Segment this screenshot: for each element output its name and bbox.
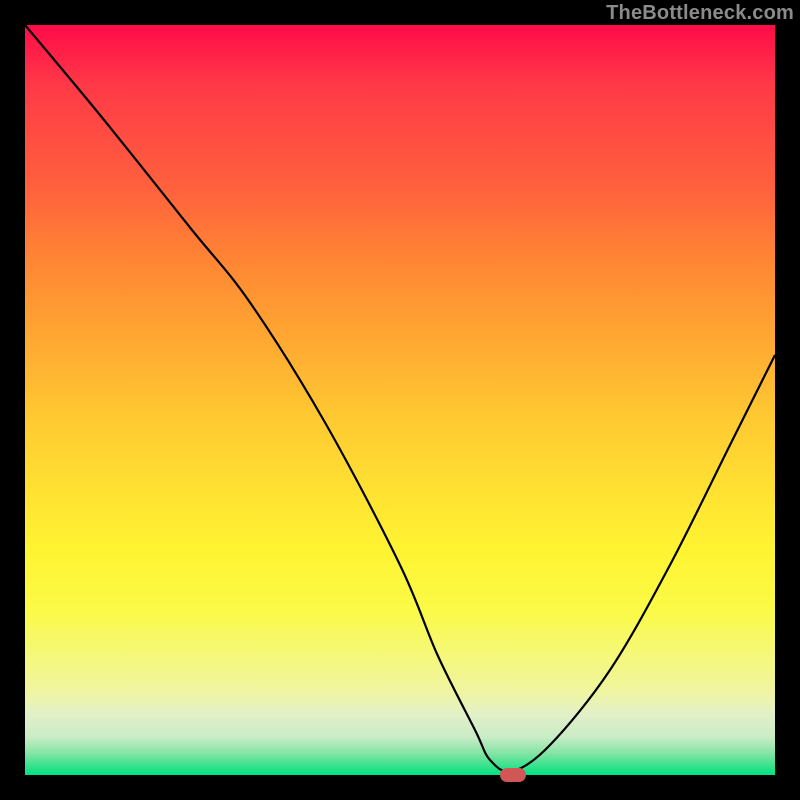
optimal-marker [500,768,526,782]
watermark-label: TheBottleneck.com [606,2,794,25]
curve-svg [25,25,775,775]
bottleneck-curve [25,25,775,772]
chart-frame: TheBottleneck.com [0,0,800,800]
plot-area [25,25,775,775]
